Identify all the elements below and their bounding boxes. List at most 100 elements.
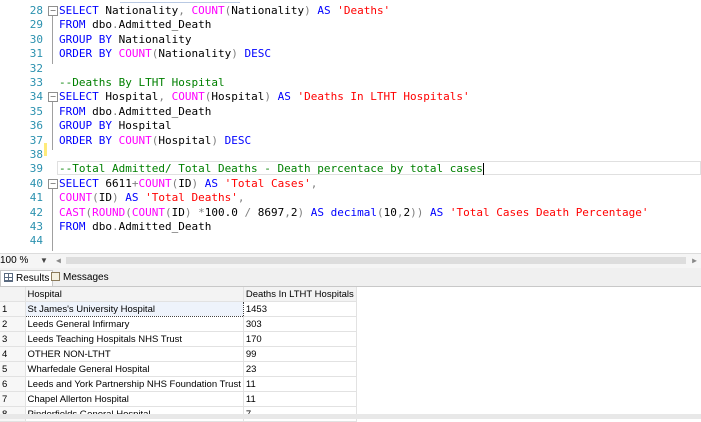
code-token: Admitted_Death xyxy=(118,104,212,118)
collapse-icon[interactable]: − xyxy=(48,92,58,103)
code-line[interactable]: 42 CAST(ROUND(COUNT(ID) *100.0 / 8697,2) … xyxy=(0,206,701,220)
tab-messages[interactable]: Messages xyxy=(48,270,112,285)
code-line[interactable]: 39 --Total Admitted/ Total Deaths - Death… xyxy=(0,162,701,176)
code-token: SELECT xyxy=(59,4,106,17)
row-number[interactable]: 4 xyxy=(0,346,26,362)
code-token: Hospital xyxy=(158,133,212,147)
row-number[interactable]: 1 xyxy=(0,301,26,317)
cell-deaths[interactable]: 11 xyxy=(243,376,357,392)
scroll-right-icon[interactable]: ▶ xyxy=(692,256,697,265)
code-token: AS xyxy=(317,4,338,17)
code-line[interactable]: 36 GROUP BY Hospital xyxy=(0,119,701,133)
code-token: ORDER BY xyxy=(59,47,119,61)
code-token: * xyxy=(198,205,205,219)
code-text: ORDER BY COUNT(Nationality) DESC xyxy=(59,47,271,61)
scroll-left-icon[interactable]: ◀ xyxy=(56,256,61,265)
code-line[interactable]: 43 FROM dbo.Admitted_Death xyxy=(0,220,701,234)
collapse-icon[interactable]: − xyxy=(48,6,58,16)
row-number[interactable]: 6 xyxy=(0,376,26,392)
code-token: COUNT xyxy=(131,205,165,219)
row-number[interactable]: 3 xyxy=(0,331,26,347)
results-grid[interactable]: Hospital Deaths In LTHT Hospitals 1 St Ja… xyxy=(0,287,701,422)
code-line[interactable]: 44 xyxy=(0,234,701,248)
cell-deaths[interactable]: 1453 xyxy=(243,301,357,317)
code-line[interactable]: 29 FROM dbo.Admitted_Death xyxy=(0,18,701,32)
code-token: , xyxy=(284,205,291,219)
row-number[interactable]: 5 xyxy=(0,361,26,377)
table-row[interactable]: 4 OTHER NON-LTHT 99 xyxy=(0,346,357,362)
line-number: 34 xyxy=(29,90,43,104)
cell-hospital[interactable]: Wharfedale General Hospital xyxy=(25,361,244,377)
line-number: 36 xyxy=(29,119,43,133)
cell-deaths[interactable]: 11 xyxy=(243,391,357,407)
table-row[interactable]: 5 Wharfedale General Hospital 23 xyxy=(0,361,357,377)
code-token: ) xyxy=(191,176,205,190)
results-tabstrip: Results Messages xyxy=(0,268,701,287)
horizontal-scrollbar[interactable] xyxy=(66,257,686,264)
code-token: ( xyxy=(376,205,384,219)
table-row[interactable]: 2 Leeds General Infirmary 303 xyxy=(0,316,357,332)
fold-guide xyxy=(52,102,53,150)
column-header-hospital[interactable]: Hospital xyxy=(25,287,244,302)
code-token: dbo xyxy=(92,18,112,32)
cell-hospital[interactable]: Chapel Allerton Hospital xyxy=(25,391,244,407)
query-editor[interactable]: 28− SELECT Nationality, COUNT(Nationality… xyxy=(0,0,701,253)
cell-hospital[interactable]: Leeds General Infirmary xyxy=(25,316,244,332)
code-token: . xyxy=(112,18,119,32)
grid-header-row: Hospital Deaths In LTHT Hospitals xyxy=(0,287,357,302)
code-token: 8697 xyxy=(257,205,285,219)
code-token: GROUP BY xyxy=(59,119,119,133)
editor-top-edge xyxy=(120,0,240,3)
table-row[interactable]: 1 St James's University Hospital 1453 xyxy=(0,301,357,317)
cell-deaths[interactable]: 303 xyxy=(243,316,357,332)
fold-guide xyxy=(52,188,53,251)
code-line[interactable]: 38 xyxy=(0,148,701,162)
code-line[interactable]: 28− SELECT Nationality, COUNT(Nationality… xyxy=(0,4,701,18)
code-line[interactable]: 41 COUNT(ID) AS 'Total Deaths', xyxy=(0,191,701,205)
code-line[interactable]: 34− SELECT Hospital, COUNT(Hospital) AS '… xyxy=(0,90,701,104)
code-token: 100.0 xyxy=(204,205,245,219)
code-token: 'Deaths' xyxy=(337,4,391,17)
cell-hospital[interactable]: Leeds Teaching Hospitals NHS Trust xyxy=(25,331,244,347)
code-text: GROUP BY Nationality xyxy=(59,33,191,47)
code-line[interactable]: 37 ORDER BY COUNT(Hospital) DESC xyxy=(0,134,701,148)
cell-deaths[interactable]: 170 xyxy=(243,331,357,347)
cell-deaths[interactable]: 99 xyxy=(243,346,357,362)
code-line[interactable]: 35 FROM dbo.Admitted_Death xyxy=(0,105,701,119)
code-text: CAST(ROUND(COUNT(ID) *100.0 / 8697,2) AS… xyxy=(59,206,649,220)
messages-icon xyxy=(51,272,60,281)
zoom-dropdown[interactable]: 100 % ▼ xyxy=(0,254,48,267)
fold-guide xyxy=(52,16,53,64)
zoom-value: 100 % xyxy=(0,255,29,266)
code-token: 6611 xyxy=(105,176,132,190)
code-line[interactable]: 32 xyxy=(0,62,701,76)
row-number[interactable]: 2 xyxy=(0,316,26,332)
code-text: --Deaths By LTHT Hospital xyxy=(59,76,225,90)
table-row[interactable]: 7 Chapel Allerton Hospital 11 xyxy=(0,391,357,407)
collapse-icon[interactable]: − xyxy=(48,178,58,189)
line-number: 41 xyxy=(29,191,43,205)
table-row[interactable]: 3 Leeds Teaching Hospitals NHS Trust 170 xyxy=(0,331,357,347)
column-header-deaths[interactable]: Deaths In LTHT Hospitals xyxy=(243,287,357,302)
cell-hospital[interactable]: St James's University Hospital xyxy=(24,301,244,317)
code-line[interactable]: 40− SELECT 6611+COUNT(ID) AS 'Total Cases… xyxy=(0,177,701,191)
code-token: FROM xyxy=(59,18,93,32)
chevron-down-icon[interactable]: ▼ xyxy=(40,254,48,267)
code-token: Nationality xyxy=(118,32,192,46)
code-token: DESC xyxy=(244,47,271,61)
table-row[interactable]: 6 Leeds and York Partnership NHS Foundati… xyxy=(0,376,357,392)
code-token: ID xyxy=(178,176,192,190)
code-text: COUNT(ID) AS 'Total Deaths', xyxy=(59,191,244,205)
tab-results[interactable]: Results xyxy=(0,270,54,286)
line-number: 32 xyxy=(29,61,43,75)
code-line[interactable]: 33 --Deaths By LTHT Hospital xyxy=(0,76,701,90)
row-number[interactable]: 7 xyxy=(0,391,26,407)
code-line[interactable]: 31 ORDER BY COUNT(Nationality) DESC xyxy=(0,47,701,61)
code-token: . xyxy=(112,220,119,233)
line-number: 29 xyxy=(29,18,43,32)
cell-deaths[interactable]: 23 xyxy=(243,361,357,377)
code-token: ID xyxy=(171,205,185,219)
code-line[interactable]: 30 GROUP BY Nationality xyxy=(0,33,701,47)
cell-hospital[interactable]: Leeds and York Partnership NHS Foundatio… xyxy=(25,376,244,392)
cell-hospital[interactable]: OTHER NON-LTHT xyxy=(25,346,244,362)
